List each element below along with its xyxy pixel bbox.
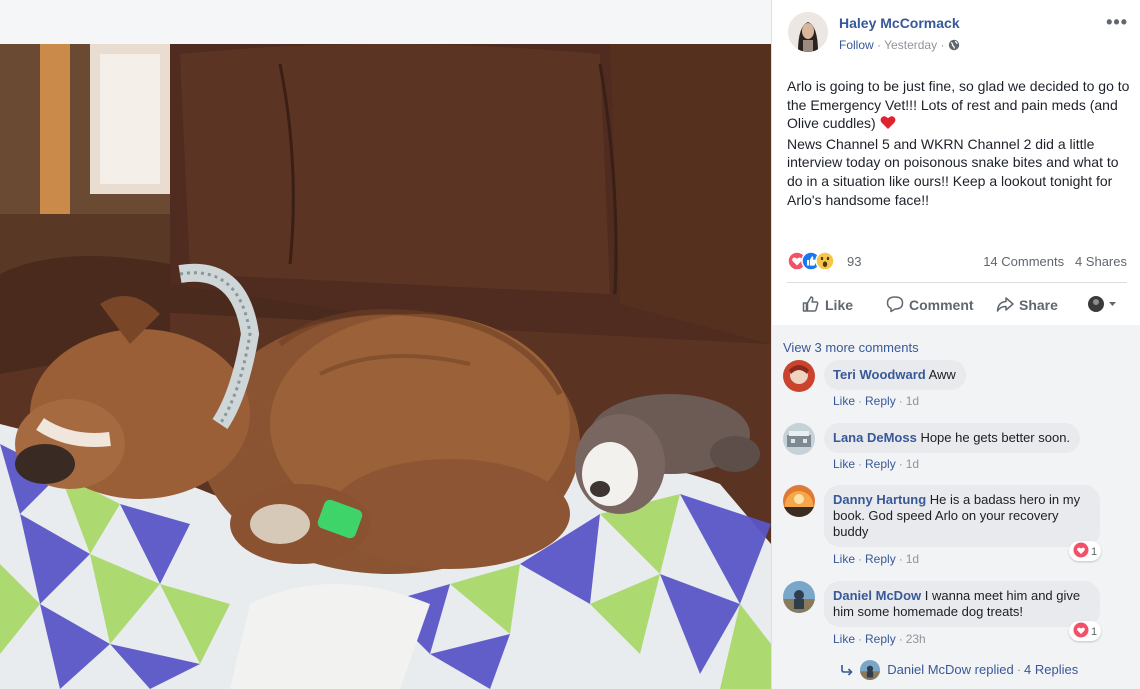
post-text: Arlo is going to be just fine, so glad w… — [787, 77, 1132, 209]
meta-separator: · — [940, 38, 945, 52]
post-stats: 93 14 Comments 4 Shares — [787, 250, 1127, 272]
comment-text: Aww — [928, 367, 956, 382]
commenter-avatar[interactable] — [783, 360, 815, 392]
comment-reaction-count: 1 — [1091, 626, 1098, 638]
comment-label: Comment — [909, 297, 974, 313]
replier-avatar — [859, 660, 880, 680]
comment-reaction-badge[interactable]: 1 — [1069, 621, 1102, 641]
comment-like-link[interactable]: Like — [833, 394, 855, 408]
audience-selector[interactable] — [1087, 294, 1123, 314]
author-name[interactable]: Haley McCormack — [839, 15, 960, 31]
shares-count[interactable]: 4 Shares — [1075, 254, 1127, 269]
commenter-name[interactable]: Daniel McDow — [833, 588, 921, 603]
comment-reply-link[interactable]: Reply — [865, 632, 896, 646]
share-label: Share — [1019, 297, 1058, 313]
comment-bubble: Lana DeMoss Hope he gets better soon. — [824, 423, 1081, 453]
comment-reply-link[interactable]: Reply — [865, 457, 896, 471]
comment-actions: Like · Reply · 1d — [833, 457, 920, 471]
comment-time[interactable]: 23h — [906, 632, 926, 646]
wow-reaction-icon — [815, 251, 835, 271]
post-text-paragraph: Arlo is going to be just fine, so glad w… — [787, 77, 1132, 135]
comment-text: Hope he gets better soon. — [920, 430, 1071, 445]
post-photo[interactable] — [0, 44, 771, 689]
follow-link[interactable]: Follow — [839, 38, 874, 52]
post-header: Haley McCormack Follow · Yesterday · ••• — [788, 12, 1128, 56]
photo-viewer-top-bar — [0, 0, 771, 44]
reaction-icons — [787, 251, 835, 271]
comment-like-link[interactable]: Like — [833, 632, 855, 646]
commenter-avatar[interactable] — [783, 581, 815, 613]
comments-section: View 3 more comments Teri Woodward Aww L… — [772, 325, 1140, 689]
comment-like-link[interactable]: Like — [833, 457, 855, 471]
divider — [787, 282, 1127, 283]
like-label: Like — [825, 297, 854, 313]
comment-share-counts: 14 Comments 4 Shares — [983, 254, 1127, 269]
love-reaction-icon — [1073, 622, 1089, 638]
post-actions: Like Comment Share — [787, 284, 1127, 324]
comment-reply-link[interactable]: Reply — [865, 394, 896, 408]
replies-separator: · — [1016, 662, 1022, 677]
more-options-icon[interactable]: ••• — [1106, 13, 1128, 31]
commenter-avatar[interactable] — [783, 485, 815, 517]
view-replies-link[interactable]: Daniel McDow replied · 4 Replies — [840, 660, 1078, 680]
dog-photo-illustration — [0, 44, 771, 689]
post-timestamp[interactable]: Yesterday — [884, 38, 937, 52]
replied-text: Daniel McDow replied — [887, 662, 1014, 677]
red-heart-icon — [880, 115, 896, 135]
comment-bubble: Daniel McDow I wanna meet him and give h… — [824, 581, 1100, 627]
share-button[interactable]: Share — [995, 294, 1058, 314]
post-panel: Haley McCormack Follow · Yesterday · •••… — [771, 0, 1140, 689]
comment-icon — [886, 296, 904, 313]
comment-bubble: Danny Hartung He is a badass hero in my … — [824, 485, 1100, 547]
comments-count[interactable]: 14 Comments — [983, 254, 1064, 269]
commenter-name[interactable]: Danny Hartung — [833, 492, 926, 507]
love-reaction-icon — [1073, 542, 1089, 558]
comment-button[interactable]: Comment — [885, 294, 974, 314]
post-meta: Follow · Yesterday · — [839, 38, 960, 52]
commenter-name[interactable]: Teri Woodward — [833, 367, 926, 382]
comment-time[interactable]: 1d — [906, 457, 919, 471]
comment-time[interactable]: 1d — [906, 394, 919, 408]
reply-arrow-icon — [841, 665, 853, 676]
comment-time[interactable]: 1d — [906, 552, 919, 566]
comment-actions: Like · Reply · 23h — [833, 632, 926, 646]
comment-reaction-count: 1 — [1091, 546, 1098, 558]
comment-reply-link[interactable]: Reply — [865, 552, 896, 566]
commenter-name[interactable]: Lana DeMoss — [833, 430, 917, 445]
comment-reaction-badge[interactable]: 1 — [1069, 541, 1102, 561]
commenter-avatar[interactable] — [783, 423, 815, 455]
author-avatar[interactable] — [788, 12, 828, 52]
comment-actions: Like · Reply · 1d — [833, 394, 920, 408]
thumbs-up-icon — [802, 296, 819, 312]
replies-count: 4 Replies — [1024, 662, 1079, 677]
globe-icon — [948, 39, 960, 51]
profile-dropdown-icon — [1088, 296, 1116, 312]
meta-separator: · — [877, 38, 882, 52]
reaction-count[interactable]: 93 — [847, 254, 861, 269]
view-more-comments-link[interactable]: View 3 more comments — [783, 340, 919, 355]
comment-actions: Like · Reply · 1d — [833, 552, 920, 566]
post-text-paragraph: News Channel 5 and WKRN Channel 2 did a … — [787, 135, 1119, 208]
comment-like-link[interactable]: Like — [833, 552, 855, 566]
comment-bubble: Teri Woodward Aww — [824, 360, 966, 390]
reactions-summary[interactable]: 93 — [787, 251, 861, 271]
share-icon — [996, 297, 1014, 312]
like-button[interactable]: Like — [801, 294, 853, 314]
